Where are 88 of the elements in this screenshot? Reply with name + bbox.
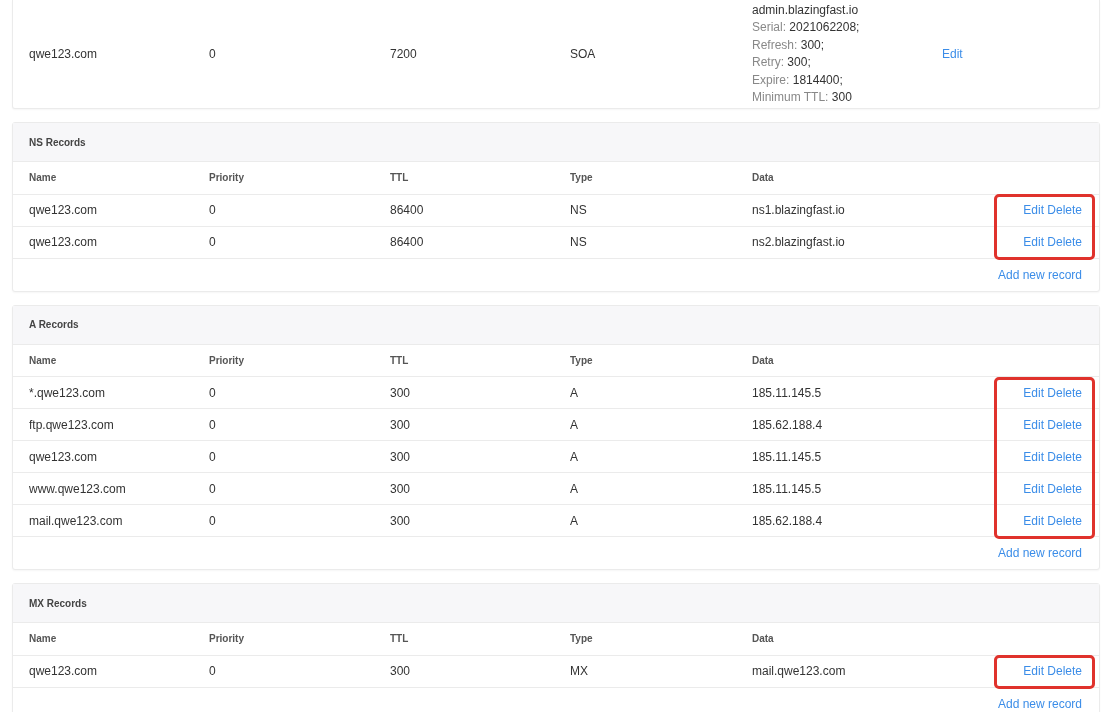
column-header: Type: [570, 633, 593, 645]
delete-link[interactable]: Delete: [1047, 385, 1082, 400]
table-cell: NS: [570, 203, 587, 217]
table-cell: 300: [390, 449, 411, 464]
soa-data-line: admin.blazingfast.io: [752, 1, 860, 19]
column-header: TTL: [390, 633, 409, 645]
table-cell: 300: [390, 513, 411, 528]
table-cell: 0: [209, 47, 216, 61]
edit-link[interactable]: Edit: [1023, 664, 1044, 678]
table-cell: qwe123.com: [29, 235, 98, 249]
add-record-link[interactable]: Add new record: [997, 694, 1082, 712]
table-cell: 0: [209, 664, 216, 678]
delete-link[interactable]: Delete: [1047, 449, 1082, 464]
table-cell: qwe123.com: [29, 449, 98, 464]
delete-link[interactable]: Delete: [1047, 513, 1082, 528]
table-cell: 0: [209, 235, 216, 249]
table-cell: 86400: [390, 235, 424, 249]
column-header: TTL: [390, 354, 409, 366]
table-cell: 185.11.145.5: [752, 385, 822, 400]
table-cell: 0: [209, 417, 216, 432]
column-header: Type: [570, 172, 593, 184]
table-cell: qwe123.com: [29, 664, 98, 678]
column-header: Data: [752, 633, 774, 645]
table-cell: ftp.qwe123.com: [29, 417, 114, 432]
edit-link[interactable]: Edit: [1023, 417, 1044, 432]
column-header: Priority: [209, 172, 244, 184]
table-cell: ns1.blazingfast.io: [752, 203, 845, 217]
edit-link[interactable]: Edit: [942, 47, 963, 61]
table-cell: MX: [570, 664, 588, 678]
table-cell: 185.62.188.4: [752, 513, 823, 528]
table-cell: 185.62.188.4: [752, 417, 823, 432]
table-cell: www.qwe123.com: [29, 481, 126, 496]
delete-link[interactable]: Delete: [1047, 203, 1082, 217]
section-title: A Records: [29, 318, 79, 332]
section-title: MX Records: [29, 596, 87, 611]
table-cell: 185.11.145.5: [752, 481, 822, 496]
column-header: Name: [29, 633, 57, 645]
add-record-link[interactable]: Add new record: [997, 544, 1082, 562]
column-header: TTL: [390, 172, 409, 184]
table-cell: 0: [209, 449, 216, 464]
delete-link[interactable]: Delete: [1047, 481, 1082, 496]
column-header: Priority: [209, 633, 244, 645]
column-header: Name: [29, 354, 57, 366]
table-cell: 7200: [390, 47, 417, 61]
table-cell: SOA: [570, 47, 596, 61]
add-record-link[interactable]: Add new record: [997, 265, 1082, 284]
table-cell: 300: [390, 385, 411, 400]
table-cell: A: [570, 449, 578, 464]
edit-link[interactable]: Edit: [1023, 513, 1044, 528]
soa-data-line: Expire: 1814400;: [752, 71, 844, 89]
table-cell: 0: [209, 513, 216, 528]
delete-link[interactable]: Delete: [1047, 235, 1082, 249]
column-header: Name: [29, 172, 57, 184]
delete-link[interactable]: Delete: [1047, 417, 1082, 432]
table-cell: *.qwe123.com: [29, 385, 106, 400]
table-cell: 300: [390, 481, 411, 496]
table-cell: A: [570, 481, 578, 496]
soa-data-line: Minimum TTL: 300: [752, 89, 853, 106]
table-cell: 0: [209, 203, 216, 217]
table-cell: mail.qwe123.com: [752, 664, 846, 678]
table-cell: 0: [209, 385, 216, 400]
table-cell: mail.qwe123.com: [29, 513, 123, 528]
edit-link[interactable]: Edit: [1023, 385, 1044, 400]
edit-link[interactable]: Edit: [1023, 203, 1044, 217]
table-cell: 300: [390, 664, 411, 678]
soa-data-line: Retry: 300;: [752, 54, 812, 71]
table-cell: ns2.blazingfast.io: [752, 235, 845, 249]
section-title: NS Records: [29, 135, 86, 150]
table-cell: NS: [570, 235, 587, 249]
edit-link[interactable]: Edit: [1023, 481, 1044, 496]
edit-link[interactable]: Edit: [1023, 235, 1044, 249]
column-header: Type: [570, 354, 593, 366]
delete-link[interactable]: Delete: [1047, 664, 1082, 678]
edit-link[interactable]: Edit: [1023, 449, 1044, 464]
table-cell: 185.11.145.5: [752, 449, 822, 464]
column-header: Data: [752, 354, 774, 366]
table-cell: 86400: [390, 203, 424, 217]
soa-data-line: Serial: 2021062208;: [752, 19, 861, 36]
soa-data-line: Refresh: 300;: [752, 36, 826, 54]
table-cell: qwe123.com: [29, 47, 98, 61]
column-header: Priority: [209, 354, 244, 366]
table-cell: A: [570, 417, 578, 432]
table-cell: A: [570, 513, 578, 528]
table-cell: 0: [209, 481, 216, 496]
table-cell: A: [570, 385, 578, 400]
table-cell: qwe123.com: [29, 203, 98, 217]
table-cell: 300: [390, 417, 411, 432]
column-header: Data: [752, 172, 774, 184]
